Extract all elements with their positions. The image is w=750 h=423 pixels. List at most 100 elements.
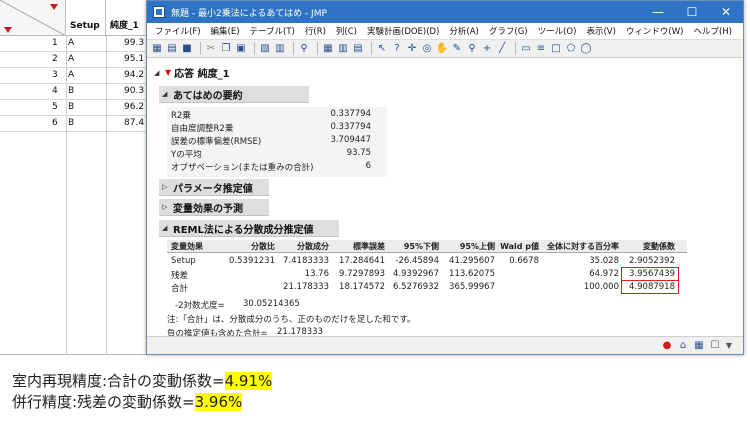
copy-icon[interactable]: ❐ — [220, 43, 232, 55]
cell-purity[interactable]: 96.2 — [124, 102, 144, 112]
caption-2-value: 3.96% — [194, 393, 243, 411]
table-row[interactable]: 1 A 99.3 — [0, 36, 159, 52]
menu-doe[interactable]: 実験計画(DOE)(D) — [362, 25, 444, 37]
table-row[interactable]: 5 B 96.2 — [0, 100, 159, 116]
rows-menu-icon[interactable] — [4, 26, 12, 34]
cut-icon[interactable]: ✂ — [205, 43, 217, 55]
reml-cell-component: 21.178333 — [283, 282, 329, 292]
menu-window[interactable]: ウィンドウ(W) — [621, 25, 689, 37]
cell-setup[interactable]: B — [68, 118, 74, 128]
journal-icon[interactable]: ▥ — [274, 43, 286, 55]
ellipse-icon[interactable]: ◯ — [580, 43, 592, 55]
window-list-icon[interactable]: ☐ — [709, 340, 721, 352]
close-button[interactable]: ✕ — [709, 1, 743, 23]
cell-purity[interactable]: 90.3 — [124, 86, 144, 96]
rectangle-icon[interactable]: □ — [550, 43, 562, 55]
loglik-label: -2対数尤度= — [175, 301, 225, 311]
line-tool-icon[interactable]: ╱ — [496, 43, 508, 55]
hand-tool-icon[interactable]: ✋ — [436, 43, 448, 55]
table-view-icon[interactable]: ▦ — [693, 340, 705, 352]
search-icon[interactable]: ⚲ — [298, 43, 310, 55]
menu-analyze[interactable]: 分析(A) — [444, 25, 483, 37]
plus-tool-icon[interactable]: + — [481, 43, 493, 55]
outline-summary-of-fit[interactable]: ◢ あてはめの要約 — [159, 86, 309, 103]
polygon-icon[interactable]: ⬠ — [565, 43, 577, 55]
table-menu-icon[interactable] — [50, 3, 58, 11]
columns-icon[interactable]: ▥ — [337, 43, 349, 55]
menu-rows[interactable]: 行(R) — [300, 25, 331, 37]
cell-setup[interactable]: A — [68, 70, 74, 80]
rows-icon[interactable]: ▤ — [352, 43, 364, 55]
menu-edit[interactable]: 編集(E) — [206, 25, 245, 37]
outline-reml-variance-components[interactable]: ◢ REML法による分散成分推定値 — [159, 220, 339, 237]
red-triangle-menu-icon[interactable]: ▼ — [165, 68, 171, 77]
script-icon[interactable]: ▧ — [259, 43, 271, 55]
open-icon[interactable]: ▤ — [166, 43, 178, 55]
outline-response[interactable]: ◢ ▼ 応答 純度_1 — [151, 64, 737, 81]
stop-icon[interactable]: ● — [661, 340, 673, 352]
disclosure-closed-icon[interactable]: ▷ — [162, 183, 170, 191]
cell-purity[interactable]: 99.3 — [124, 38, 144, 48]
menu-help[interactable]: ヘルプ(H) — [688, 25, 737, 37]
brush-tool-icon[interactable]: ✎ — [451, 43, 463, 55]
table-icon[interactable]: ▦ — [322, 43, 334, 55]
arrow-tool-icon[interactable]: ↖ — [376, 43, 388, 55]
lasso-tool-icon[interactable]: ◎ — [421, 43, 433, 55]
caption-1-value: 4.91% — [224, 372, 273, 390]
reml-cell-ratio: 0.5391231 — [229, 256, 275, 266]
paste-icon[interactable]: ▣ — [235, 43, 247, 55]
menu-cols[interactable]: 列(C) — [331, 25, 362, 37]
help-tool-icon[interactable]: ? — [391, 43, 403, 55]
crosshair-tool-icon[interactable]: ✛ — [406, 43, 418, 55]
reml-cell-effect: Setup — [171, 256, 196, 266]
cell-purity[interactable]: 87.4 — [124, 118, 144, 128]
cell-purity[interactable]: 94.2 — [124, 70, 144, 80]
reml-cell-se: 9.7297893 — [339, 269, 385, 279]
cell-setup[interactable]: B — [68, 102, 74, 112]
report-content: ◢ ▼ 応答 純度_1 ◢ あてはめの要約 R2乗 0.337794 自由度調整… — [147, 58, 743, 336]
cell-purity[interactable]: 95.1 — [124, 54, 144, 64]
negative-total-value: 21.178333 — [277, 327, 323, 336]
report-window: 無題 - 最小2乗法によるあてはめ - JMP — ☐ ✕ ファイル(F) 編集… — [146, 0, 744, 355]
outline-parameter-estimates[interactable]: ▷ パラメータ推定値 — [159, 179, 269, 196]
menu-table[interactable]: テーブル(T) — [245, 25, 300, 37]
row-number: 1 — [52, 38, 58, 48]
table-row[interactable]: 3 A 94.2 — [0, 68, 159, 84]
disclosure-closed-icon[interactable]: ▷ — [162, 203, 170, 211]
disclosure-open-icon[interactable]: ◢ — [162, 90, 170, 98]
reml-cell-wald: 0.6678 — [509, 256, 539, 266]
toolbar-separator — [254, 42, 255, 55]
lines-icon[interactable]: ≡ — [535, 43, 547, 55]
disclosure-open-icon[interactable]: ◢ — [162, 224, 170, 232]
row-number: 2 — [52, 54, 58, 64]
table-row[interactable]: 6 B 87.4 — [0, 116, 159, 132]
row-number: 4 — [52, 86, 58, 96]
reml-col-cv: 変動係数 — [643, 242, 675, 251]
maximize-button[interactable]: ☐ — [675, 1, 709, 23]
chevron-down-icon[interactable]: ▼ — [723, 340, 735, 352]
cell-setup[interactable]: A — [68, 54, 74, 64]
menu-graph[interactable]: グラフ(G) — [484, 25, 533, 37]
column-header-purity-label: 純度_1 — [110, 21, 139, 31]
column-header-setup[interactable]: Setup — [66, 0, 106, 36]
magnifier-tool-icon[interactable]: ⚲ — [466, 43, 478, 55]
home-icon[interactable]: ⌂ — [677, 340, 689, 352]
menu-file[interactable]: ファイル(F) — [150, 25, 206, 37]
title-bar[interactable]: 無題 - 最小2乗法によるあてはめ - JMP — ☐ ✕ — [147, 1, 743, 23]
menu-view[interactable]: 表示(V) — [581, 25, 620, 37]
menu-tools[interactable]: ツール(O) — [533, 25, 582, 37]
minimize-button[interactable]: — — [641, 1, 675, 23]
table-row[interactable]: 4 B 90.3 — [0, 84, 159, 100]
reml-cell-effect: 合計 — [171, 284, 189, 294]
annotate-icon[interactable]: ▭ — [520, 43, 532, 55]
table-corner[interactable] — [0, 0, 66, 36]
cell-setup[interactable]: B — [68, 86, 74, 96]
cell-setup[interactable]: A — [68, 38, 74, 48]
disclosure-open-icon[interactable]: ◢ — [154, 69, 162, 77]
save-icon[interactable]: ■ — [181, 43, 193, 55]
summary-label: R2乗 — [171, 111, 191, 121]
outline-random-effect-predictions[interactable]: ▷ 変量効果の予測 — [159, 199, 269, 216]
jmp-app-icon — [153, 6, 165, 18]
new-table-icon[interactable]: ▦ — [151, 43, 163, 55]
table-row[interactable]: 2 A 95.1 — [0, 52, 159, 68]
